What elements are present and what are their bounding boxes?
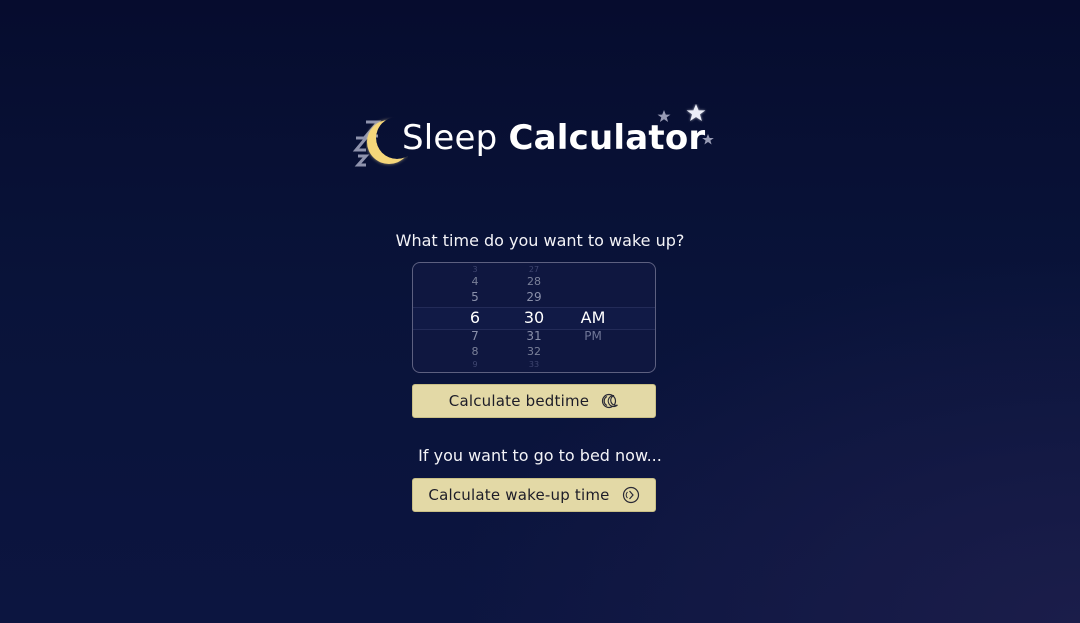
hour-wheel[interactable]: 3 4 5 6 7 8 9 xyxy=(455,262,495,371)
minute-option-selected[interactable]: 30 xyxy=(510,308,558,327)
minute-option[interactable]: 31 xyxy=(510,329,558,343)
minute-option[interactable]: 32 xyxy=(510,345,558,358)
page: { "header": { "title_light": "Sleep", "t… xyxy=(0,0,1080,623)
moon-sleep-icon xyxy=(602,393,619,409)
calculate-bedtime-label: Calculate bedtime xyxy=(448,392,590,410)
wake-time-question: What time do you want to wake up? xyxy=(395,231,685,250)
ampm-option[interactable]: PM xyxy=(571,329,615,343)
minute-option[interactable]: 29 xyxy=(510,290,558,304)
stars-icon xyxy=(657,104,714,145)
calculate-wakeup-label: Calculate wake-up time xyxy=(428,486,610,504)
hour-option-selected[interactable]: 6 xyxy=(455,308,495,327)
hour-option[interactable]: 7 xyxy=(455,329,495,343)
hour-option[interactable]: 5 xyxy=(455,290,495,304)
minute-option[interactable]: 27 xyxy=(510,265,558,274)
minute-wheel[interactable]: 27 28 29 30 31 32 33 xyxy=(510,262,558,371)
hour-option[interactable]: 9 xyxy=(455,360,495,369)
ampm-wheel[interactable]: AM PM xyxy=(571,262,615,371)
ampm-option-selected[interactable]: AM xyxy=(571,308,615,327)
app-title-light: Sleep xyxy=(402,118,498,158)
wake-clock-icon xyxy=(622,486,639,504)
bed-now-question: If you want to go to bed now... xyxy=(418,446,662,465)
hour-option[interactable]: 4 xyxy=(455,275,495,288)
calculate-wakeup-button[interactable]: Calculate wake-up time xyxy=(412,478,656,512)
minute-option[interactable]: 28 xyxy=(510,275,558,288)
hour-option[interactable]: 3 xyxy=(455,265,495,274)
calculate-bedtime-button[interactable]: Calculate bedtime xyxy=(412,384,656,418)
minute-option[interactable]: 33 xyxy=(510,360,558,369)
hour-option[interactable]: 8 xyxy=(455,345,495,358)
app-logo: Sleep Calculator xyxy=(352,104,722,176)
